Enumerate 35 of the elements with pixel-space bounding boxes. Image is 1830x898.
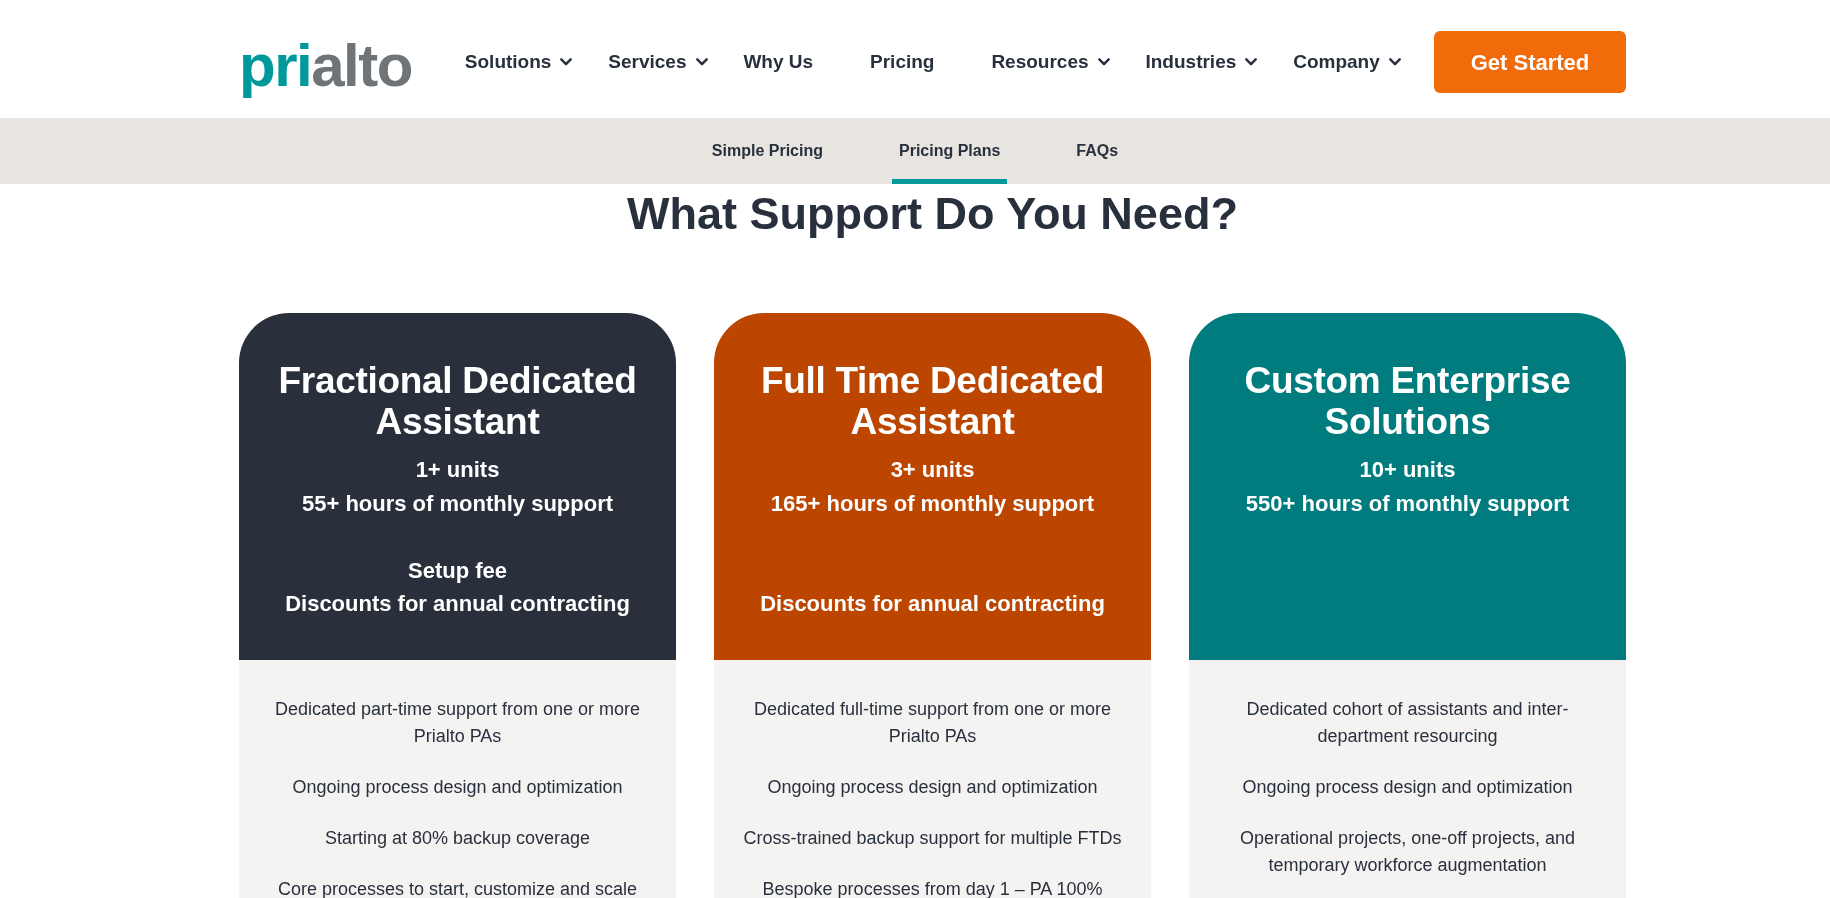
monthly-hours: 165+ hours of monthly support <box>770 490 1095 518</box>
nav-link[interactable]: Solutions <box>464 47 573 77</box>
feature-text: Ongoing process design and optimization <box>1242 776 1573 799</box>
feature-text: Ongoing process design and optimization <box>767 776 1098 799</box>
feature-text: Dedicated full-time support from one or more Prialto PAs <box>752 698 1113 748</box>
nav-link[interactable]: Company <box>1293 47 1401 77</box>
plan-title: Custom Enterprise Solutions <box>1243 360 1572 442</box>
feature-text: Dedicated cohort of assistants and inter-department resourcing <box>1245 698 1570 748</box>
feature-text: Bespoke processes from day 1 – PA 100% <box>762 878 1103 898</box>
monthly-hours: 55+ hours of monthly support <box>301 490 614 518</box>
subnav-tab[interactable]: FAQs <box>1069 118 1126 184</box>
nav-link[interactable]: Why Us <box>743 47 835 77</box>
nav-link[interactable]: Services <box>608 47 708 77</box>
unit-count: 3+ units <box>890 456 975 484</box>
subnav-tab[interactable]: Pricing Plans <box>892 118 1008 184</box>
plan-note: Discounts for annual contracting <box>285 590 630 618</box>
nav-link[interactable]: Industries <box>1145 47 1258 77</box>
section-heading: What Support Do You Need? <box>626 187 1239 241</box>
subnav-tab[interactable]: Simple Pricing <box>704 118 830 184</box>
nav-link[interactable]: Pricing <box>870 47 956 77</box>
plan-note: Discounts for annual contracting <box>760 590 1105 618</box>
nav-link[interactable]: Resources <box>991 47 1110 77</box>
feature-text: Starting at 80% backup coverage <box>324 827 591 850</box>
feature-text: Operational projects, one-off projects, and temporary workforce augmentation <box>1239 827 1576 877</box>
feature-text: Dedicated part-time support from one or more Prialto PAs <box>273 698 642 748</box>
plan-note: Setup fee <box>407 557 507 585</box>
logo[interactable]: prialto <box>239 36 412 96</box>
feature-text: Ongoing process design and optimization <box>292 776 623 799</box>
plan-title: Full Time Dedicated Assistant <box>759 360 1106 442</box>
unit-count: 1+ units <box>415 456 500 484</box>
feature-text: Cross-trained backup support for multiple FTDs <box>743 827 1122 850</box>
monthly-hours: 550+ hours of monthly support <box>1245 490 1570 518</box>
unit-count: 10+ units <box>1359 456 1456 484</box>
feature-text: Core processes to start, customize and scale <box>277 878 638 898</box>
plan-title: Fractional Dedicated Assistant <box>277 360 638 442</box>
